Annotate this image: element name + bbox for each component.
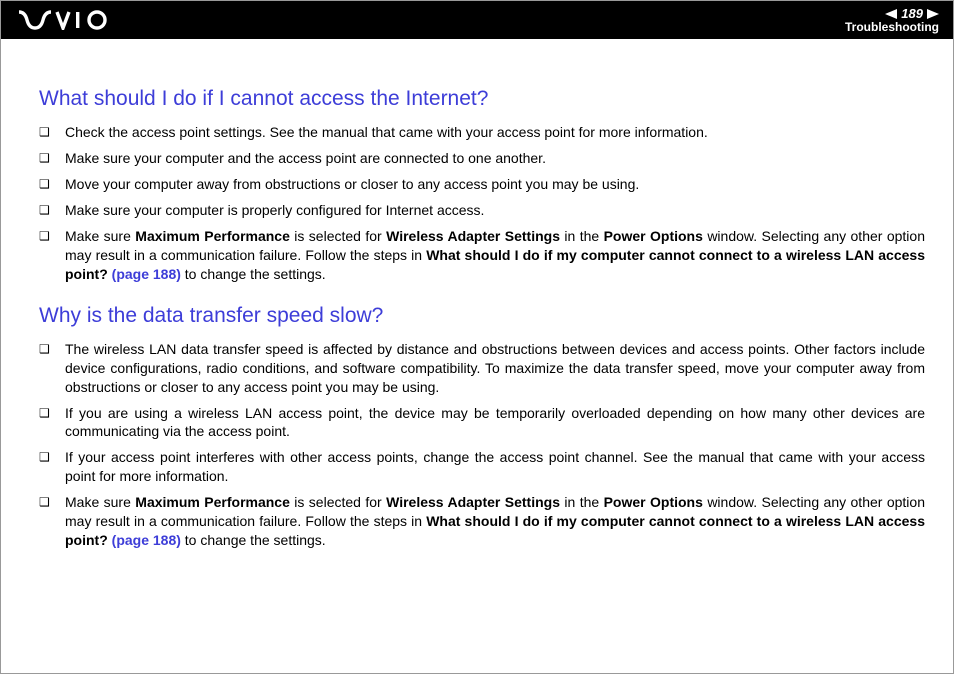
nav-prev-icon[interactable]: [885, 9, 897, 19]
bullet-icon: ❑: [39, 340, 65, 358]
bullet-icon: ❑: [39, 404, 65, 422]
answer-list-2: ❑ The wireless LAN data transfer speed i…: [39, 340, 925, 550]
item-text: Move your computer away from obstruction…: [65, 175, 925, 194]
bullet-icon: ❑: [39, 448, 65, 466]
page-link[interactable]: (page 188): [108, 266, 181, 282]
item-text: If your access point interferes with oth…: [65, 448, 925, 486]
bullet-icon: ❑: [39, 227, 65, 245]
page-header: 189 Troubleshooting: [1, 1, 953, 39]
list-item: ❑ If you are using a wireless LAN access…: [39, 404, 925, 442]
nav-next-icon[interactable]: [927, 9, 939, 19]
item-text: Make sure your computer and the access p…: [65, 149, 925, 168]
list-item: ❑ Make sure Maximum Performance is selec…: [39, 227, 925, 284]
list-item: ❑ If your access point interferes with o…: [39, 448, 925, 486]
header-right: 189 Troubleshooting: [845, 7, 939, 33]
list-item: ❑ Make sure your computer is properly co…: [39, 201, 925, 220]
item-text: Make sure Maximum Performance is selecte…: [65, 493, 925, 550]
list-item: ❑ Make sure your computer and the access…: [39, 149, 925, 168]
item-text: Check the access point settings. See the…: [65, 123, 925, 142]
page-link[interactable]: (page 188): [108, 532, 181, 548]
bullet-icon: ❑: [39, 201, 65, 219]
vaio-logo: [19, 10, 111, 30]
list-item: ❑ Move your computer away from obstructi…: [39, 175, 925, 194]
bullet-icon: ❑: [39, 493, 65, 511]
list-item: ❑ Make sure Maximum Performance is selec…: [39, 493, 925, 550]
bullet-icon: ❑: [39, 149, 65, 167]
item-text: The wireless LAN data transfer speed is …: [65, 340, 925, 397]
page-number: 189: [901, 7, 923, 20]
list-item: ❑ Check the access point settings. See t…: [39, 123, 925, 142]
answer-list-1: ❑ Check the access point settings. See t…: [39, 123, 925, 283]
page-nav: 189: [885, 7, 939, 20]
question-heading-1: What should I do if I cannot access the …: [39, 85, 925, 113]
item-text: If you are using a wireless LAN access p…: [65, 404, 925, 442]
page-content: What should I do if I cannot access the …: [1, 39, 953, 577]
section-label: Troubleshooting: [845, 21, 939, 33]
bullet-icon: ❑: [39, 175, 65, 193]
item-text: Make sure Maximum Performance is selecte…: [65, 227, 925, 284]
bullet-icon: ❑: [39, 123, 65, 141]
question-heading-2: Why is the data transfer speed slow?: [39, 302, 925, 330]
list-item: ❑ The wireless LAN data transfer speed i…: [39, 340, 925, 397]
item-text: Make sure your computer is properly conf…: [65, 201, 925, 220]
